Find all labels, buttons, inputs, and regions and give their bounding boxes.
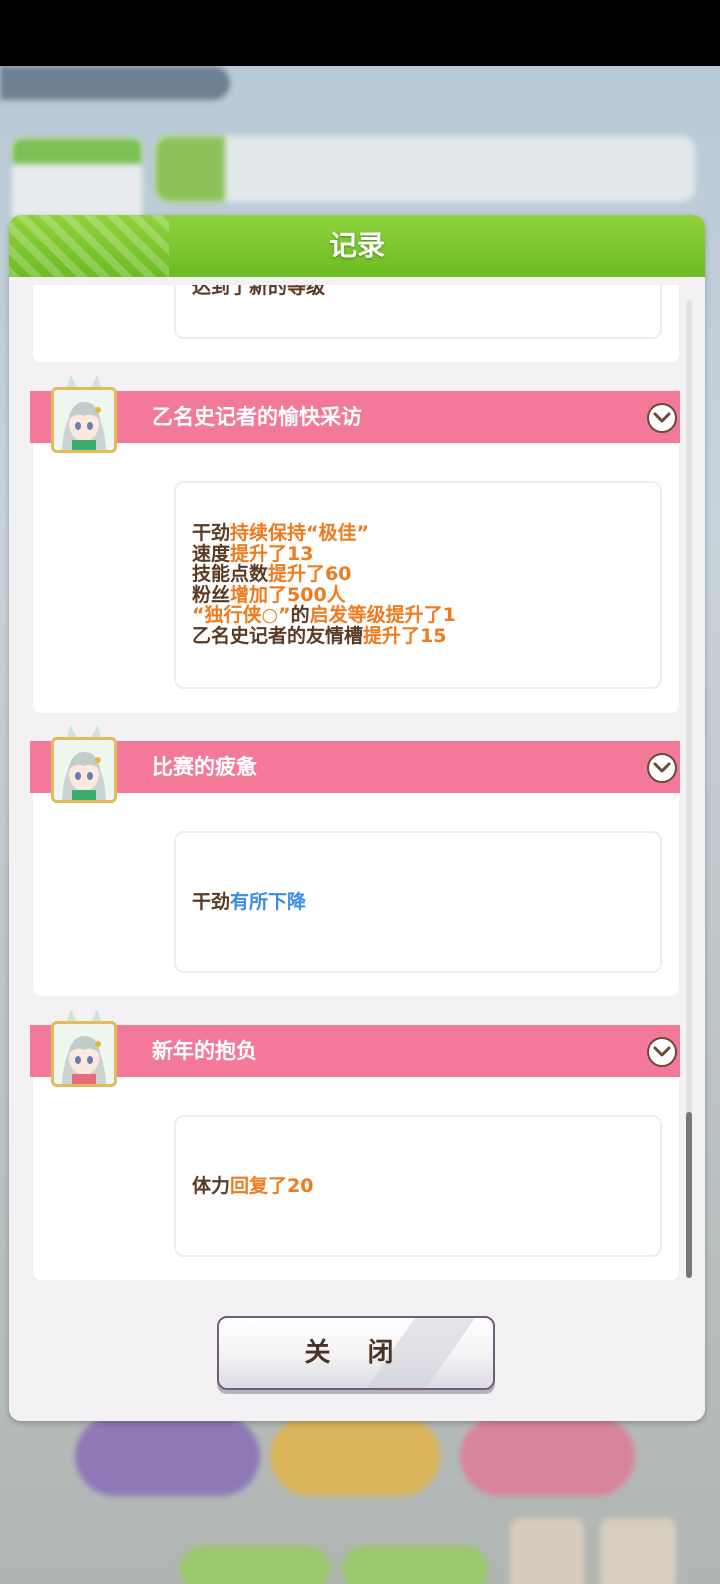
chevron-down-icon[interactable] [647,1037,677,1067]
status-bar [0,0,720,66]
entry-title-band [30,1025,680,1077]
entry-detail-box: 干劲持续保持“极佳” 速度提升了13 技能点数提升了60 粉丝增加了500人 “… [174,481,662,689]
detail-line: 乙名史记者的友情槽提升了15 [192,624,447,647]
close-button[interactable]: 关 闭 [217,1316,495,1390]
entry-title: 比赛的疲惫 [152,755,257,779]
entry-title: 乙名史记者的愉快采访 [152,405,362,429]
entry-detail-text: 达到了新的等级 [192,285,326,298]
chevron-down-icon[interactable] [647,403,677,433]
detail-line: 干劲持续保持“极佳” [192,522,369,544]
entry-title: 新年的抱负 [152,1039,257,1063]
character-avatar-icon [51,387,117,453]
scrollbar-thumb[interactable] [686,1112,692,1278]
detail-line: 技能点数提升了60 [192,563,352,585]
log-list[interactable]: 达到了新的等级 乙名史记者的愉快采访 干劲持续保持“极佳” 速度提升了13 技能… [23,285,687,1290]
detail-line: 体力回复了20 [192,1175,314,1197]
entry-detail-box: 干劲有所下降 [174,831,662,973]
entry-detail-box: 体力回复了20 [174,1115,662,1257]
entry-detail-text: 干劲有所下降 [192,892,306,913]
entry-title-band [30,741,680,793]
character-avatar-icon [51,1021,117,1087]
detail-line: 干劲有所下降 [192,891,307,913]
dialog-header: 记录 [9,215,705,277]
entry-detail-text: 干劲持续保持“极佳” 速度提升了13 技能点数提升了60 粉丝增加了500人 “… [192,523,456,646]
entry-detail-box: 达到了新的等级 [174,285,662,339]
character-avatar-icon [51,737,117,803]
dialog-title: 记录 [328,229,385,262]
log-dialog: 记录 达到了新的等级 乙名史记者的愉快采访 干劲持续保持“极佳” 速度提升了13… [9,215,705,1421]
scrollbar[interactable] [686,300,692,1278]
detail-line: 粉丝增加了500人 [192,583,346,606]
detail-line: “独行侠○”的启发等级提升了1 [192,604,456,626]
detail-line: 速度提升了13 [192,542,314,565]
chevron-down-icon[interactable] [647,753,677,783]
entry-detail-text: 体力回复了20 [192,1176,313,1197]
close-button-label: 关 闭 [304,1338,408,1368]
